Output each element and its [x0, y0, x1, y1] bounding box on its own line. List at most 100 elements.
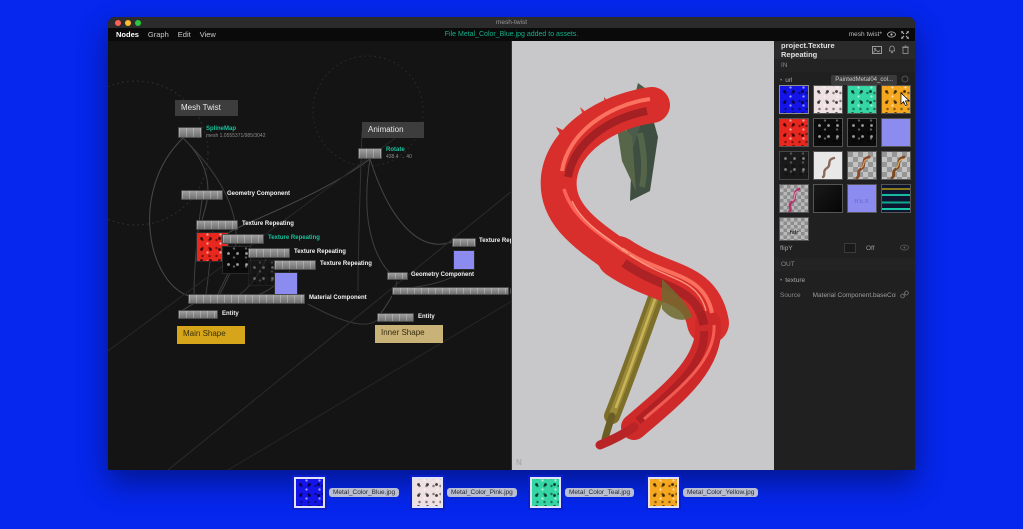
node-geometry-component-left-label: Geometry Component — [227, 191, 290, 197]
comment-animation[interactable]: Animation — [362, 122, 424, 138]
app-window: mesh-twist Nodes Graph Edit View File Me… — [108, 17, 915, 470]
node-entity-left-label: Entity — [222, 311, 239, 317]
param-flipy-label: flipY — [780, 245, 793, 252]
twisted-mesh-render — [512, 41, 774, 470]
source-value: Material Component.baseColo... — [813, 292, 896, 299]
trash-icon[interactable] — [902, 41, 909, 59]
inspector-title: project.Texture Repeating — [781, 41, 872, 59]
node-material-component-left[interactable] — [188, 294, 305, 304]
texture-thumb-hdr[interactable]: hdr — [779, 217, 809, 241]
texture-thumb-metal-blue[interactable] — [779, 85, 809, 114]
file-thumb-blue[interactable] — [294, 477, 325, 508]
param-bullet: • — [780, 277, 782, 284]
desktop-file-pink[interactable]: Metal_Color_Pink.jpg — [412, 477, 517, 508]
comment-mesh-twist[interactable]: Mesh Twist — [175, 100, 238, 116]
bell-icon[interactable] — [888, 41, 896, 59]
node-texture-repeating-1[interactable] — [196, 220, 238, 230]
param-flipy-row: flipY Off — [774, 240, 915, 256]
node-material-component-left-label: Material Component — [309, 295, 367, 301]
flipy-toggle[interactable]: Off — [844, 243, 896, 253]
file-thumb-pink[interactable] — [412, 477, 443, 508]
node-rotate-subtitle: 438.4 → 40 — [386, 154, 412, 160]
file-label-teal[interactable]: Metal_Color_Teal.jpg — [565, 488, 634, 497]
texture-thumb-dark-speckle[interactable] — [779, 151, 809, 180]
texture-thumb-metal-black-1[interactable] — [813, 118, 843, 147]
node-texture-repeating-3-label: Texture Repeating — [294, 249, 346, 255]
fullscreen-icon[interactable] — [901, 31, 909, 39]
comment-inner-shape[interactable]: Inner Shape — [375, 325, 443, 343]
node-splinemap-subtitle: mesh 1.0555371/985/3042 — [206, 133, 266, 139]
node-texture-repeating-2[interactable] — [222, 234, 264, 244]
texture-thumb-swirl-checker-2[interactable] — [881, 151, 911, 180]
desktop-file-yellow[interactable]: Metal_Color_Yellow.jpg — [648, 477, 758, 508]
texture-thumb-swirl-checker-1[interactable] — [847, 151, 877, 180]
viewport-3d[interactable]: N — [512, 41, 774, 470]
texture-preview-black — [222, 246, 251, 274]
flipy-toggle-value: Off — [866, 245, 896, 252]
texture-preview-periwinkle-left — [274, 272, 298, 296]
file-label-yellow[interactable]: Metal_Color_Yellow.jpg — [683, 488, 758, 497]
file-label-blue[interactable]: Metal_Color_Blue.jpg — [329, 488, 399, 497]
param-texture-label: texture — [785, 277, 805, 284]
menu-nodes[interactable]: Nodes — [116, 30, 139, 39]
texture-thumb-swirl-checker-pink[interactable] — [779, 184, 809, 213]
file-thumb-yellow[interactable] — [648, 477, 679, 508]
node-splinemap-title: SplineMap — [206, 126, 236, 132]
texture-thumb-metal-teal[interactable] — [847, 85, 877, 114]
node-geometry-component-left[interactable] — [181, 190, 223, 200]
menubar: Nodes Graph Edit View File Metal_Color_B… — [108, 28, 915, 41]
texture-thumb-metal-pink[interactable] — [813, 85, 843, 114]
texture-grid: REX hdr — [779, 85, 910, 241]
section-in: IN — [774, 59, 915, 72]
inspector-panel: project.Texture Repeating IN • url Paint… — [774, 41, 915, 470]
node-rotate-title: Rotate — [386, 147, 405, 153]
section-out: OUT — [774, 258, 915, 271]
image-icon[interactable] — [872, 41, 882, 59]
inspector-header: project.Texture Repeating — [774, 41, 915, 59]
viewport-watermark: N — [516, 458, 522, 467]
link-icon[interactable] — [900, 290, 909, 301]
menu-graph[interactable]: Graph — [148, 30, 169, 39]
node-wires — [108, 41, 512, 470]
texture-thumb-metal-red[interactable] — [779, 118, 809, 147]
flipy-eye-icon[interactable] — [900, 244, 909, 253]
param-texture-row: • texture — [774, 272, 915, 288]
eye-icon[interactable] — [887, 31, 896, 38]
texture-rex-label: REX — [848, 199, 876, 205]
comment-main-shape[interactable]: Main Shape — [177, 326, 245, 344]
texture-hdr-label: hdr — [780, 230, 808, 236]
node-entity-right-label: Entity — [418, 314, 435, 320]
status-message: File Metal_Color_Blue.jpg added to asset… — [108, 31, 915, 38]
desktop-file-blue[interactable]: Metal_Color_Blue.jpg — [294, 477, 399, 508]
texture-thumb-swirl-white[interactable] — [813, 151, 843, 180]
file-label-pink[interactable]: Metal_Color_Pink.jpg — [447, 488, 517, 497]
texture-preview-periwinkle-right — [453, 250, 475, 270]
node-material-component-right[interactable] — [392, 287, 509, 295]
node-texture-repeating-5[interactable] — [452, 238, 476, 247]
node-entity-right[interactable] — [377, 313, 414, 322]
file-thumb-teal[interactable] — [530, 477, 561, 508]
texture-thumb-metal-black-2[interactable] — [847, 118, 877, 147]
node-texture-repeating-1-label: Texture Repeating — [242, 221, 294, 227]
node-texture-repeating-3[interactable] — [248, 248, 290, 258]
visibility-circle-icon[interactable] — [901, 75, 909, 85]
texture-thumb-purple-rex[interactable]: REX — [847, 184, 877, 213]
node-rotate[interactable] — [358, 148, 382, 159]
texture-thumb-solid-black[interactable] — [813, 184, 843, 213]
menu-view[interactable]: View — [200, 30, 216, 39]
menu-edit[interactable]: Edit — [178, 30, 191, 39]
node-entity-left[interactable] — [178, 310, 218, 319]
node-texture-repeating-2-label: Texture Repeating — [268, 235, 320, 241]
node-geometry-component-right[interactable] — [387, 272, 408, 280]
mouse-cursor — [900, 93, 910, 107]
texture-thumb-stripes-navy[interactable] — [881, 184, 911, 213]
node-texture-repeating-4-label: Texture Repeating — [320, 261, 372, 267]
param-url-value[interactable]: PaintedMetal04_col... — [831, 75, 897, 85]
texture-thumb-periwinkle[interactable] — [881, 118, 911, 147]
node-splinemap[interactable] — [178, 127, 202, 138]
flipy-toggle-knob[interactable] — [844, 243, 856, 253]
patch-name: mesh twist* — [849, 31, 882, 38]
node-texture-repeating-4[interactable] — [274, 260, 316, 270]
desktop-file-teal[interactable]: Metal_Color_Teal.jpg — [530, 477, 634, 508]
node-graph-canvas[interactable]: Mesh Twist Animation SplineMap mesh 1.05… — [108, 41, 512, 470]
